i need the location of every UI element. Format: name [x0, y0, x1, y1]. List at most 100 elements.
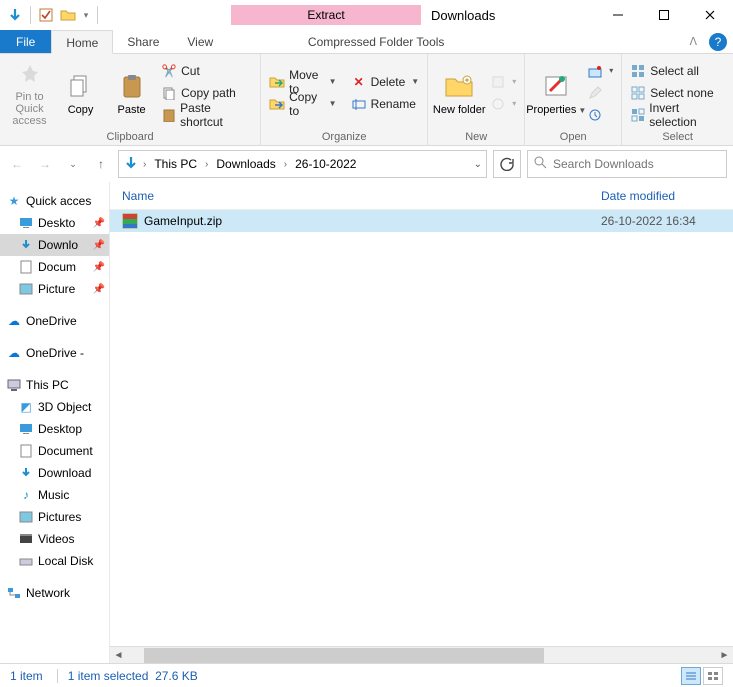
tree-3dobjects[interactable]: ◩3D Object — [0, 396, 109, 418]
qat-dropdown-icon[interactable]: ▾ — [81, 6, 91, 24]
select-all-button[interactable]: Select all — [626, 60, 729, 82]
view-details-button[interactable] — [681, 667, 701, 685]
edit-button[interactable] — [583, 82, 617, 104]
document-icon — [18, 259, 34, 275]
open-icon — [587, 63, 603, 79]
file-list[interactable]: GameInput.zip 26-10-2022 16:34 — [110, 210, 733, 646]
up-button[interactable]: ↑ — [90, 153, 112, 175]
copy-path-icon — [161, 85, 177, 101]
drive-icon — [18, 553, 34, 569]
desktop-icon — [18, 215, 34, 231]
invert-selection-button[interactable]: Invert selection — [626, 104, 729, 126]
context-group-label[interactable]: Compressed Folder Tools — [281, 30, 471, 53]
tree-quick-access[interactable]: ★Quick acces — [0, 190, 109, 212]
crumb-date[interactable]: 26-10-2022 — [291, 157, 360, 171]
desktop-icon — [18, 421, 34, 437]
tree-network[interactable]: Network — [0, 582, 109, 604]
column-date[interactable]: Date modified — [601, 189, 721, 203]
cut-button[interactable]: ✂️Cut — [157, 60, 256, 82]
invert-selection-icon — [630, 107, 645, 123]
tree-videos[interactable]: Videos — [0, 528, 109, 550]
scroll-right-icon[interactable]: ► — [716, 650, 733, 661]
tab-view[interactable]: View — [173, 30, 227, 53]
checkbox-icon[interactable] — [37, 6, 55, 24]
address-dropdown-icon[interactable]: ⌄ — [474, 159, 482, 170]
pin-quick-access-button[interactable]: Pin to Quick access — [4, 59, 55, 127]
picture-icon — [18, 509, 34, 525]
music-icon: ♪ — [18, 487, 34, 503]
tree-onedrive2[interactable]: ☁OneDrive - — [0, 342, 109, 364]
scroll-left-icon[interactable]: ◄ — [110, 650, 127, 661]
delete-button[interactable]: ✕Delete▼ — [347, 71, 424, 93]
new-folder-label: New folder — [433, 104, 486, 116]
close-button[interactable] — [687, 0, 733, 30]
column-name[interactable]: Name — [122, 189, 601, 203]
chevron-right-icon[interactable]: › — [143, 159, 146, 170]
new-folder-button[interactable]: ✦ New folder — [432, 59, 486, 127]
pin-icon: 📌 — [93, 240, 105, 251]
properties-label: Properties — [526, 104, 576, 116]
refresh-button[interactable] — [493, 150, 521, 178]
tree-onedrive[interactable]: ☁OneDrive — [0, 310, 109, 332]
copy-button[interactable]: Copy — [55, 59, 106, 127]
view-thumbnails-button[interactable] — [703, 667, 723, 685]
tab-home[interactable]: Home — [51, 30, 113, 54]
select-all-icon — [630, 63, 646, 79]
file-row[interactable]: GameInput.zip 26-10-2022 16:34 — [110, 210, 733, 232]
cut-icon: ✂️ — [161, 63, 177, 79]
forward-button[interactable]: → — [34, 153, 56, 175]
rename-button[interactable]: Rename — [347, 93, 424, 115]
address-bar[interactable]: › This PC › Downloads › 26-10-2022 ⌄ — [118, 150, 487, 178]
tree-pictures2[interactable]: Pictures — [0, 506, 109, 528]
recent-locations-button[interactable]: ⌄ — [62, 153, 84, 175]
maximize-button[interactable] — [641, 0, 687, 30]
window-title: Downloads — [421, 8, 595, 23]
tree-desktop[interactable]: Deskto📌 — [0, 212, 109, 234]
cloud-icon: ☁ — [6, 345, 22, 361]
select-none-icon — [630, 85, 646, 101]
search-input[interactable] — [553, 157, 720, 171]
easy-access-button[interactable]: ▾ — [486, 93, 520, 115]
tree-documents[interactable]: Docum📌 — [0, 256, 109, 278]
chevron-right-icon[interactable]: › — [205, 159, 208, 170]
horizontal-scrollbar[interactable]: ◄ ► — [110, 646, 733, 663]
crumb-downloads[interactable]: Downloads — [212, 157, 279, 171]
back-button[interactable]: ← — [6, 153, 28, 175]
pin-icon — [14, 59, 46, 89]
file-date: 26-10-2022 16:34 — [601, 214, 721, 228]
open-button[interactable]: ▾ — [583, 60, 617, 82]
tree-downloads[interactable]: Downlo📌 — [0, 234, 109, 256]
crumb-thispc[interactable]: This PC — [150, 157, 201, 171]
tab-share[interactable]: Share — [113, 30, 173, 53]
tree-documents2[interactable]: Document — [0, 440, 109, 462]
tree-downloads2[interactable]: Download — [0, 462, 109, 484]
paste-button[interactable]: Paste — [106, 59, 157, 127]
collapse-ribbon-icon[interactable]: ᐱ — [683, 30, 703, 53]
tree-thispc[interactable]: This PC — [0, 374, 109, 396]
tree-music[interactable]: ♪Music — [0, 484, 109, 506]
scroll-thumb[interactable] — [144, 648, 544, 663]
chevron-right-icon[interactable]: › — [284, 159, 287, 170]
new-item-button[interactable]: ▾ — [486, 71, 520, 93]
pin-icon: 📌 — [93, 262, 105, 273]
minimize-button[interactable] — [595, 0, 641, 30]
pin-icon: 📌 — [93, 284, 105, 295]
properties-button[interactable]: Properties▼ — [529, 59, 583, 127]
download-arrow-icon — [123, 155, 139, 174]
paste-shortcut-button[interactable]: Paste shortcut — [157, 104, 256, 126]
tree-localdisk[interactable]: Local Disk — [0, 550, 109, 572]
properties-icon — [540, 70, 572, 102]
history-button[interactable] — [583, 104, 617, 126]
search-box[interactable] — [527, 150, 727, 178]
copy-to-button[interactable]: Copy to▼ — [265, 93, 340, 115]
group-label-open: Open — [529, 129, 617, 145]
group-label-clipboard: Clipboard — [4, 129, 256, 145]
tree-pictures[interactable]: Picture📌 — [0, 278, 109, 300]
tree-desktop2[interactable]: Desktop — [0, 418, 109, 440]
tab-file[interactable]: File — [0, 30, 51, 53]
folder-icon[interactable] — [59, 6, 77, 24]
status-size: 27.6 KB — [155, 669, 198, 683]
nav-tree[interactable]: ★Quick acces Deskto📌 Downlo📌 Docum📌 Pict… — [0, 182, 110, 663]
help-icon[interactable]: ? — [709, 33, 727, 51]
context-tab-extract[interactable]: Extract — [231, 5, 421, 25]
